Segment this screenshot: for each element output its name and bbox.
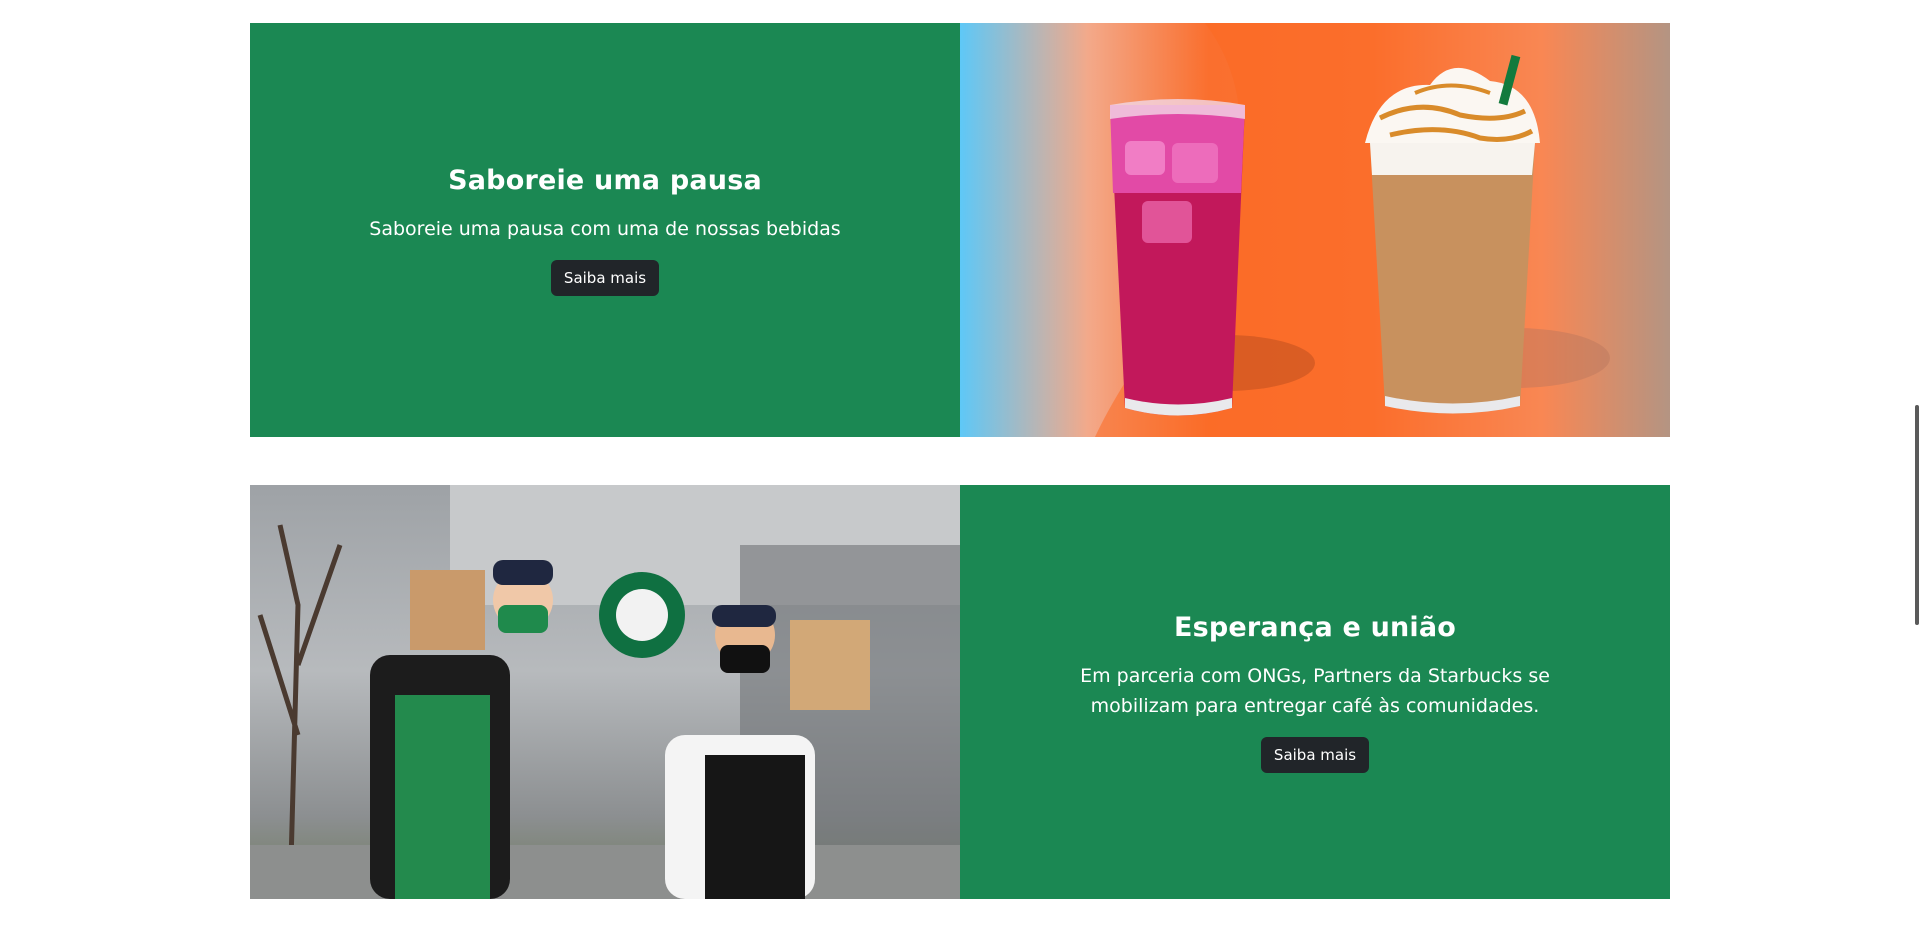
promo-text-pause: Saboreie uma pausa com uma de nossas beb… bbox=[369, 217, 841, 240]
promo-row-hope: Esperança e união Em parceria com ONGs, … bbox=[250, 485, 1670, 899]
promo-text-hope: Em parceria com ONGs, Partners da Starbu… bbox=[1080, 664, 1550, 717]
scrollbar-thumb[interactable] bbox=[1915, 405, 1919, 625]
learn-more-button-hope[interactable]: Saiba mais bbox=[1260, 736, 1370, 773]
drinks-image bbox=[960, 23, 1670, 437]
scrollbar[interactable] bbox=[1912, 0, 1920, 931]
promo-title-pause: Saboreie uma pausa bbox=[448, 164, 762, 196]
promo-text-panel-hope: Esperança e união Em parceria com ONGs, … bbox=[960, 485, 1670, 899]
learn-more-button-pause[interactable]: Saiba mais bbox=[550, 259, 660, 296]
page: Saboreie uma pausa Saboreie uma pausa co… bbox=[0, 0, 1920, 931]
promo-title-hope: Esperança e união bbox=[1173, 611, 1457, 643]
promo-text-panel-pause: Saboreie uma pausa Saboreie uma pausa co… bbox=[250, 23, 960, 437]
partners-image bbox=[250, 485, 960, 899]
promo-row-pause: Saboreie uma pausa Saboreie uma pausa co… bbox=[250, 23, 1670, 437]
